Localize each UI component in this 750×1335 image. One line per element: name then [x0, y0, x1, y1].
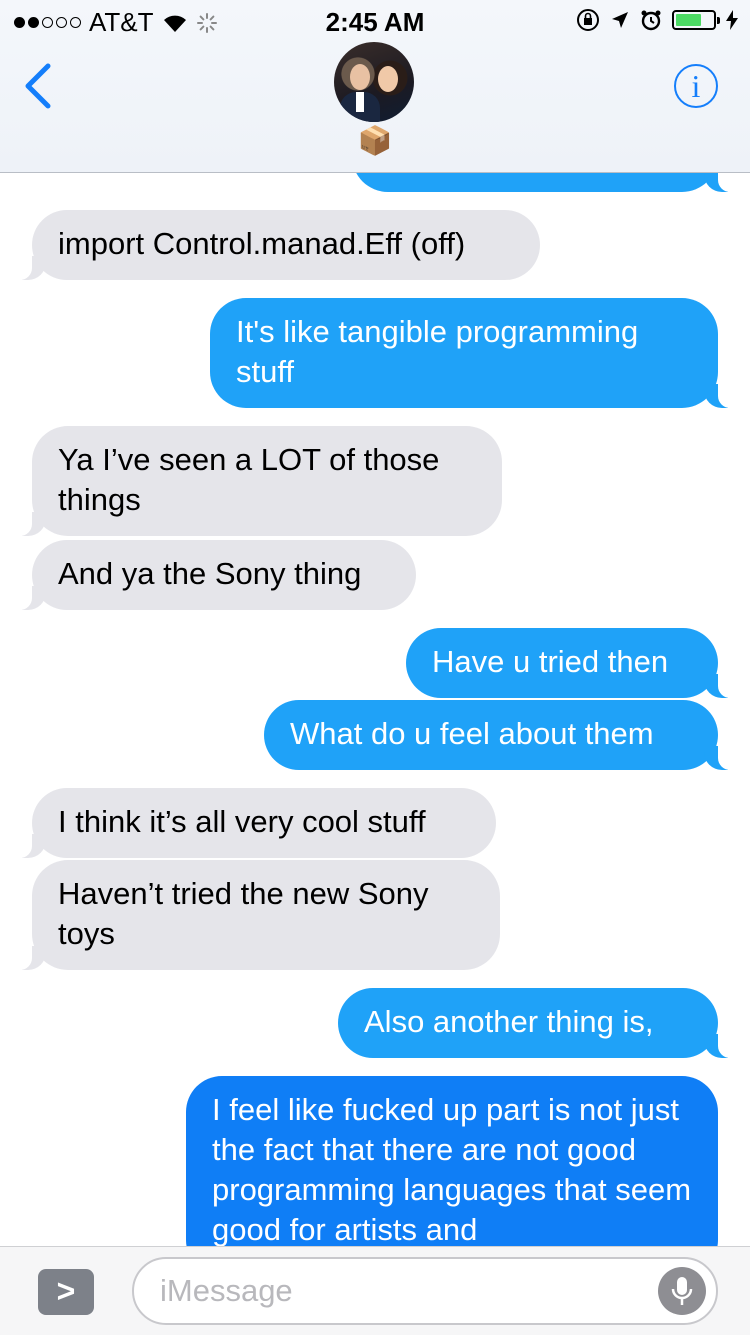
message-bubble-outgoing[interactable]: Have u tried then [406, 628, 740, 698]
back-chevron-icon[interactable] [20, 62, 60, 110]
message-bubble-outgoing[interactable]: What do u feel about them [264, 700, 740, 770]
battery-icon [672, 10, 720, 30]
status-right [576, 8, 738, 32]
contact-name[interactable]: 📦 [0, 124, 750, 157]
message-input-placeholder: iMessage [160, 1273, 293, 1308]
compose-bar: > iMessage [0, 1246, 750, 1335]
status-bar: AT&T 2:45 AM [0, 0, 750, 40]
location-icon [612, 12, 628, 28]
message-bubble-outgoing[interactable]: It's like tangible programming stuff [210, 298, 740, 408]
message-bubble-incoming[interactable]: I think it’s all very cool stuff [10, 788, 496, 858]
rotation-lock-icon [577, 9, 599, 31]
charging-bolt-icon [726, 10, 738, 30]
info-icon[interactable]: i [674, 64, 718, 108]
alarm-icon [641, 10, 661, 31]
message-bubble-incoming[interactable]: Haven’t tried the new Sony toys [10, 860, 500, 970]
microphone-icon[interactable] [658, 1267, 706, 1315]
expand-apps-button[interactable]: > [38, 1269, 94, 1315]
message-bubble-incoming[interactable]: And ya the Sony thing [10, 540, 416, 610]
message-bubble-incoming[interactable]: Ya I’ve seen a LOT of those things [10, 426, 502, 536]
conversation-header: AT&T 2:45 AM 📦 i [0, 0, 750, 173]
message-bubble-outgoing[interactable]: Also another thing is, [338, 988, 740, 1058]
message-input[interactable]: iMessage [132, 1257, 718, 1325]
message-bubble-incoming[interactable]: import Control.manad.Eff (off) [10, 210, 540, 280]
contact-avatar[interactable] [334, 42, 414, 122]
